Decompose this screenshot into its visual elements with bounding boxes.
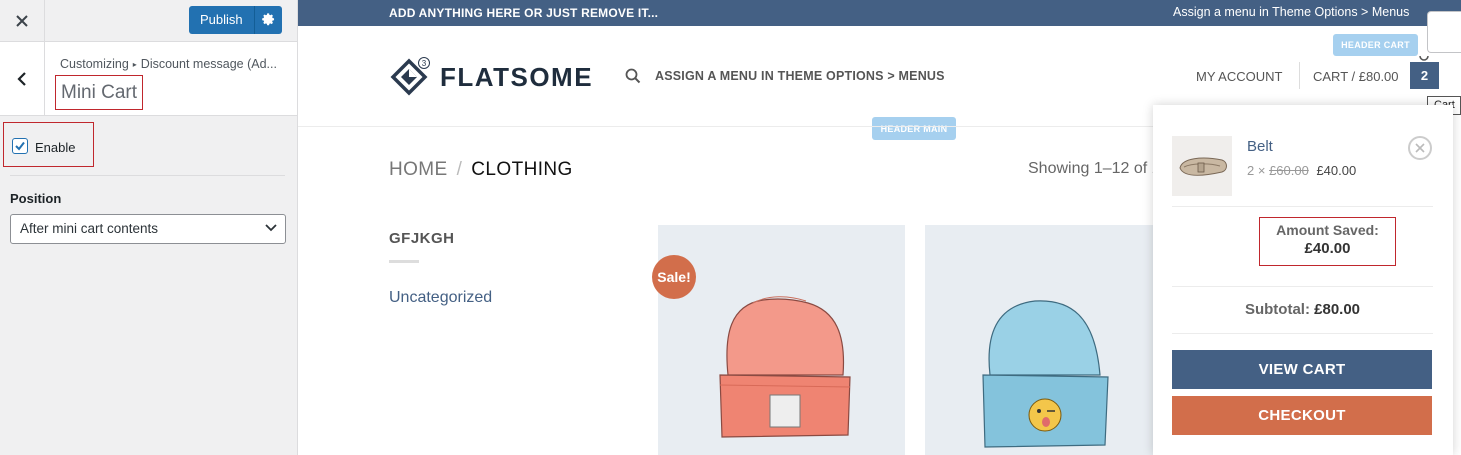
close-button[interactable] bbox=[0, 0, 45, 42]
publish-label[interactable]: Publish bbox=[189, 6, 255, 34]
position-select[interactable]: After mini cart contents bbox=[10, 214, 286, 244]
product-image-blue-beanie[interactable] bbox=[925, 225, 1153, 455]
enable-control[interactable]: Enable bbox=[3, 122, 94, 167]
widget-title: GFJKGH bbox=[389, 230, 455, 247]
section-title: Mini Cart bbox=[55, 75, 144, 110]
category-link[interactable]: Uncategorized bbox=[389, 289, 492, 307]
enable-checkbox[interactable] bbox=[12, 138, 28, 154]
top-bar: ADD ANYTHING HERE OR JUST REMOVE IT... A… bbox=[298, 0, 1461, 26]
subtotal-label: Subtotal: bbox=[1244, 301, 1310, 318]
site-logo[interactable]: 3 FLATSOME bbox=[389, 57, 593, 97]
close-circle-icon bbox=[1415, 143, 1425, 153]
search-icon bbox=[625, 68, 641, 84]
back-button[interactable] bbox=[0, 42, 45, 115]
remove-item-button[interactable] bbox=[1408, 136, 1432, 160]
divider bbox=[10, 175, 285, 176]
preview-control-tab[interactable] bbox=[1427, 11, 1461, 53]
product-image-red-beanie[interactable] bbox=[658, 225, 905, 455]
sale-badge: Sale! bbox=[652, 255, 696, 299]
publish-button[interactable]: Publish bbox=[189, 6, 282, 34]
chevron-left-icon bbox=[17, 71, 26, 86]
my-account-link[interactable]: MY ACCOUNT bbox=[1196, 69, 1282, 84]
flatsome-logo-icon: 3 bbox=[390, 57, 430, 96]
dropdown-arrow bbox=[1367, 96, 1385, 105]
result-count: Showing 1–12 of 1 bbox=[1028, 160, 1153, 177]
position-label: Position bbox=[10, 191, 62, 206]
search-button[interactable] bbox=[625, 68, 641, 89]
section-header: Customizing ▸ Discount message (Ad... Mini… bbox=[0, 42, 297, 116]
view-cart-button[interactable]: VIEW CART bbox=[1172, 350, 1432, 389]
cart-item-qty: 2 × bbox=[1247, 163, 1266, 178]
gear-icon bbox=[261, 13, 274, 26]
red-beanie-image bbox=[719, 296, 851, 438]
header-bottom-border bbox=[298, 126, 1153, 127]
divider bbox=[1172, 206, 1433, 207]
shopping-bag-icon bbox=[1419, 55, 1429, 61]
logo-text: FLATSOME bbox=[440, 61, 594, 92]
header-divider bbox=[1299, 62, 1300, 89]
header-cart-tag[interactable]: HEADER CART bbox=[1333, 34, 1418, 56]
screen: Publish Customizing ▸ Discount message (Ad… bbox=[0, 0, 1461, 455]
breadcrumb-current: CLOTHING bbox=[471, 159, 573, 180]
position-select-value: After mini cart contents bbox=[20, 221, 159, 236]
cart-link[interactable]: CART / £80.00 bbox=[1313, 69, 1399, 84]
belt-image bbox=[1179, 157, 1227, 176]
svg-text:3: 3 bbox=[422, 59, 427, 68]
subtotal-value: £80.00 bbox=[1314, 301, 1361, 318]
chevron-down-icon bbox=[265, 224, 277, 232]
cart-item-price: £40.00 bbox=[1316, 163, 1357, 178]
cart-item-quantity: 2 × £60.00 £40.00 bbox=[1247, 163, 1356, 178]
widget-divider bbox=[389, 260, 419, 263]
header-main-tag[interactable]: HEADER MAIN bbox=[872, 117, 956, 140]
amount-saved-value: £40.00 bbox=[1304, 240, 1351, 257]
customizer-breadcrumb: Customizing ▸ Discount message (Ad... bbox=[60, 57, 292, 71]
enable-label[interactable]: Enable bbox=[35, 140, 75, 155]
checkmark-icon bbox=[15, 141, 25, 151]
top-bar-text: ADD ANYTHING HERE OR JUST REMOVE IT... bbox=[389, 6, 659, 20]
breadcrumb-arrow-icon: ▸ bbox=[132, 60, 137, 69]
cart-count-badge[interactable]: 2 bbox=[1410, 62, 1439, 89]
close-icon bbox=[16, 15, 28, 27]
cart-item-name[interactable]: Belt bbox=[1247, 138, 1273, 155]
blue-beanie-image bbox=[982, 300, 1109, 448]
customizer-sidebar: Publish Customizing ▸ Discount message (Ad… bbox=[0, 0, 298, 455]
amount-saved-label: Amount Saved: bbox=[1276, 222, 1379, 238]
mini-cart-dropdown: Belt 2 × £60.00 £40.00 Amount Saved: £40… bbox=[1153, 105, 1453, 455]
cart-item-old-price: £60.00 bbox=[1269, 163, 1309, 178]
publish-settings-button[interactable] bbox=[255, 13, 282, 27]
breadcrumb-separator: / bbox=[456, 159, 463, 180]
divider bbox=[1172, 333, 1433, 334]
breadcrumb-home[interactable]: HOME bbox=[389, 159, 448, 180]
amount-saved-message: Amount Saved: £40.00 bbox=[1259, 217, 1396, 266]
customizer-topbar: Publish bbox=[0, 0, 297, 42]
breadcrumb-root: Customizing bbox=[60, 57, 129, 71]
breadcrumb-section: Discount message (Ad... bbox=[140, 57, 277, 71]
top-bar-menu[interactable]: Assign a menu in Theme Options > Menus bbox=[1173, 5, 1409, 19]
checkout-button[interactable]: CHECKOUT bbox=[1172, 396, 1432, 435]
main-menu-placeholder[interactable]: ASSIGN A MENU IN THEME OPTIONS > MENUS bbox=[655, 69, 945, 83]
cart-subtotal: Subtotal: £80.00 bbox=[1172, 301, 1433, 318]
divider bbox=[1172, 286, 1433, 287]
cart-item-thumbnail[interactable] bbox=[1172, 136, 1232, 196]
shop-breadcrumb: HOME / CLOTHING bbox=[389, 159, 573, 181]
